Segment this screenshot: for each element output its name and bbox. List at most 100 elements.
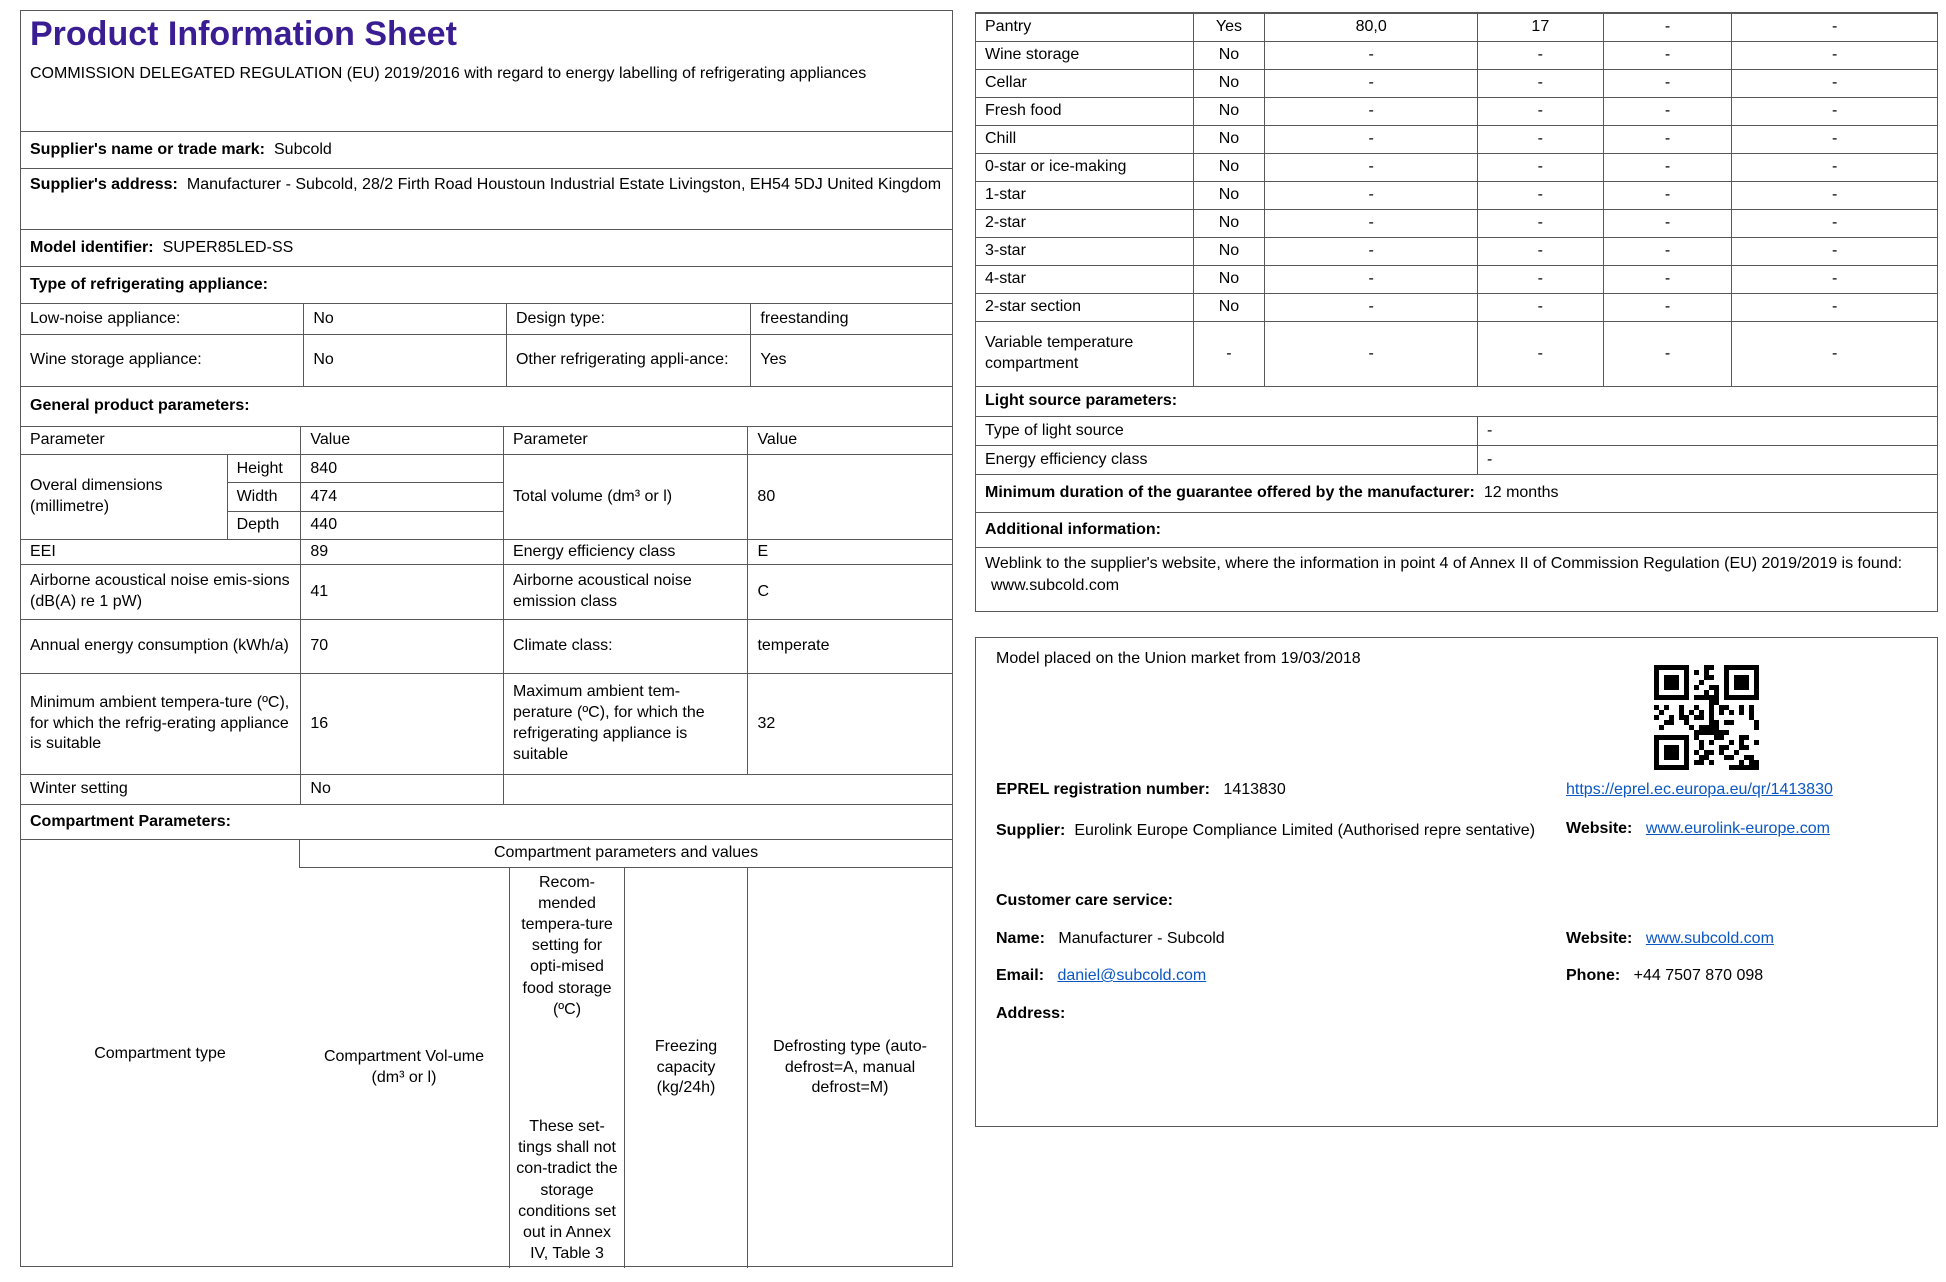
temperature-header-top: Recom-mended tempera-ture setting for op… — [521, 874, 613, 1018]
weblink-row: Weblink to the supplier's website, where… — [976, 547, 1937, 613]
model-identifier-row: Model identifier: SUPER85LED-SS — [21, 230, 952, 266]
compartment-temp-cell: - — [1476, 210, 1603, 237]
light-source-heading: Light source parameters: — [985, 392, 1178, 410]
supplier-address-value: Manufacturer - Subcold, 28/2 Firth Road … — [186, 176, 942, 193]
depth-label-cell: Depth — [226, 510, 301, 539]
other-appliance-label-cell: Other refrigerating appli-ance: — [505, 335, 750, 386]
compartment-volume-cell: - — [1264, 98, 1477, 125]
annual-energy-label-cell: Annual energy consumption (kWh/a) — [30, 637, 289, 655]
model-identifier-value: SUPER85LED-SS — [162, 238, 294, 256]
compartment-freezing-cell: - — [1602, 70, 1732, 97]
compartment-volume-cell: - — [1264, 126, 1477, 153]
compartment-freezing-cell: - — [1602, 294, 1732, 321]
compartment-type-cell: Wine storage — [985, 46, 1080, 64]
climate-class-label-cell: Climate class: — [502, 620, 747, 673]
compartment-present-cell: No — [1192, 154, 1265, 181]
compartment-defrost-cell: - — [1731, 154, 1937, 181]
care-phone-row: Phone: +44 7507 870 098 — [1566, 967, 1763, 985]
freezing-header-cell: Freezing capacity (kg/24h) — [624, 868, 747, 1268]
compartment-type-cell: Pantry — [985, 18, 1032, 36]
compartment-temp-cell: - — [1476, 154, 1603, 181]
page-title: Product Information Sheet — [30, 15, 457, 53]
compartment-freezing-cell: - — [1602, 154, 1732, 181]
supplier-value: Eurolink Europe Compliance Limited (Auth… — [1074, 822, 1536, 839]
supplier-website-row: Website: www.eurolink-europe.com — [1566, 820, 1830, 838]
compartment-temp-cell: 17 — [1476, 14, 1603, 41]
weblink-text: Weblink to the supplier's website, where… — [985, 555, 1903, 572]
compartment-freezing-cell: - — [1602, 126, 1732, 153]
regulation-subtitle: COMMISSION DELEGATED REGULATION (EU) 201… — [30, 65, 867, 83]
compartment-span-header-cell: Compartment parameters and values — [299, 840, 952, 867]
compartment-freezing-cell: - — [1602, 182, 1732, 209]
care-website-link[interactable]: www.subcold.com — [1646, 930, 1774, 947]
supplier-website-label: Website: — [1566, 820, 1633, 837]
compartment-temp-cell: - — [1476, 98, 1603, 125]
design-type-label-cell: Design type: — [505, 304, 750, 334]
additional-info-heading-row: Additional information: — [976, 512, 1937, 547]
care-email-label: Email: — [996, 967, 1045, 984]
compartment-defrost-cell: - — [1731, 126, 1937, 153]
energy-class-value-cell: E — [747, 540, 952, 564]
address-label: Address: — [996, 1005, 1066, 1022]
supplier-name-label: Supplier's name or trade mark: — [30, 140, 265, 158]
compartment-type-cell: 0-star or ice-making — [985, 158, 1127, 176]
compartment-type-cell: Variable temperature compartment — [985, 334, 1134, 372]
volume-header-cell: Compartment Vol-ume (dm³ or l) — [323, 1048, 485, 1086]
compartment-temp-cell: - — [1476, 238, 1603, 265]
compartment-defrost-cell: - — [1731, 238, 1937, 265]
care-email-link[interactable]: daniel@subcold.com — [1057, 967, 1206, 984]
supplier-website-link[interactable]: www.eurolink-europe.com — [1646, 820, 1830, 837]
compartment-row: Wine storage No - - - - — [976, 41, 1937, 69]
temperature-header-cell: Recom-mended tempera-ture setting for op… — [509, 868, 624, 1268]
guarantee-value: 12 months — [1483, 484, 1559, 502]
winter-setting-label-cell: Winter setting — [30, 780, 128, 798]
compartment-present-cell: - — [1192, 322, 1265, 386]
qr-code — [1639, 650, 1774, 785]
compartment-present-cell: No — [1192, 294, 1265, 321]
wine-storage-value-cell: No — [303, 335, 506, 386]
energy-class-label-cell: Energy efficiency class — [502, 540, 747, 564]
guarantee-row: Minimum duration of the guarantee offere… — [976, 474, 1937, 512]
light-source-value-cell: - — [1476, 417, 1937, 445]
eei-value-cell: 89 — [300, 540, 503, 564]
total-volume-label-cell: Total volume (dm³ or l) — [502, 455, 747, 539]
weblink-value: www.subcold.com — [991, 577, 1120, 595]
max-ambient-value-cell: 32 — [747, 674, 952, 774]
compartment-defrost-cell: - — [1731, 98, 1937, 125]
compartment-present-cell: Yes — [1192, 14, 1265, 41]
light-source-row: Type of light source - — [976, 416, 1937, 445]
param-header-cell-2: Parameter — [502, 427, 747, 454]
product-info-table: Product Information Sheet COMMISSION DEL… — [20, 10, 953, 1268]
compartment-type-header-cell: Compartment type — [94, 1044, 226, 1062]
compartment-temp-cell: - — [1476, 42, 1603, 69]
compartment-temp-cell: - — [1476, 294, 1603, 321]
value-header-cell: Value — [300, 427, 503, 454]
light-source-label-cell: Type of light source — [985, 421, 1124, 439]
compartment-volume-cell: - — [1264, 266, 1477, 293]
market-date-text: Model placed on the Union market from 19… — [996, 650, 1361, 667]
compartment-type-cell: 2-star section — [985, 298, 1082, 316]
param-header-cell: Parameter — [30, 431, 105, 449]
design-type-value-cell: freestanding — [750, 304, 952, 334]
winter-setting-value-cell: No — [300, 775, 503, 804]
light-source-label-cell: Energy efficiency class — [985, 450, 1148, 468]
compartment-row: 0-star or ice-making No - - - - — [976, 153, 1937, 181]
care-email-row: Email: daniel@subcold.com — [996, 967, 1206, 985]
noise-class-label-cell: Airborne acoustical noise emission class — [502, 565, 747, 619]
supplier-label: Supplier: — [996, 822, 1066, 839]
light-source-row: Energy efficiency class - — [976, 445, 1937, 474]
max-ambient-label-cell: Maximum ambient tem-perature (ºC), for w… — [502, 674, 747, 774]
additional-info-heading: Additional information: — [985, 520, 1161, 538]
compartment-row: 1-star No - - - - — [976, 181, 1937, 209]
compartment-freezing-cell: - — [1602, 238, 1732, 265]
customer-care-heading: Customer care service: — [996, 892, 1173, 909]
compartment-defrost-cell: - — [1731, 14, 1937, 41]
care-phone-value: +44 7507 870 098 — [1633, 967, 1764, 984]
eprel-link[interactable]: https://eprel.ec.europa.eu/qr/1413830 — [1566, 781, 1833, 799]
supplier-name-value: Subcold — [274, 140, 332, 158]
compartment-row: 2-star section No - - - - — [976, 293, 1937, 321]
compartment-type-cell: 3-star — [985, 242, 1026, 260]
model-identifier-label: Model identifier: — [30, 238, 154, 256]
compartment-row: Chill No - - - - — [976, 125, 1937, 153]
care-website-row: Website: www.subcold.com — [1566, 930, 1774, 948]
